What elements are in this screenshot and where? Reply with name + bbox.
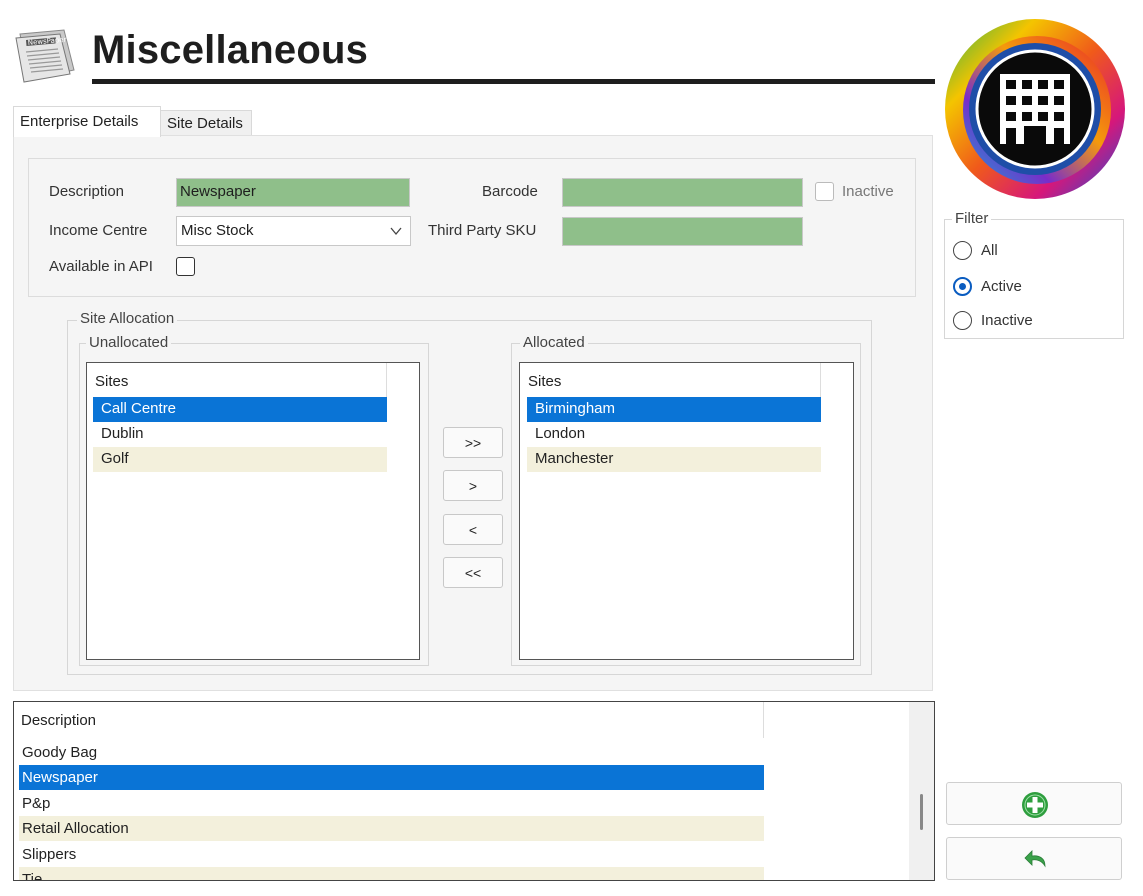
move-all-right-button[interactable]: >>	[443, 427, 503, 458]
table-row[interactable]: Goody Bag	[19, 740, 764, 765]
income-centre-value: Misc Stock	[181, 222, 254, 239]
scrollbar-thumb[interactable]	[920, 794, 923, 830]
title-underline	[92, 79, 935, 84]
inactive-label: Inactive	[842, 183, 894, 200]
income-centre-select[interactable]: Misc Stock	[176, 216, 411, 246]
available-in-api-checkbox[interactable]	[176, 257, 195, 276]
allocated-title: Allocated	[520, 334, 588, 351]
allocated-column-header[interactable]: Sites	[520, 363, 821, 397]
filter-inactive-label: Inactive	[981, 312, 1033, 329]
tab-site-details[interactable]: Site Details	[160, 110, 252, 136]
list-item[interactable]: London	[527, 422, 821, 447]
filter-inactive-radio[interactable]	[953, 311, 972, 330]
add-button[interactable]	[946, 782, 1122, 825]
page-title: Miscellaneous	[92, 28, 369, 72]
inactive-checkbox[interactable]	[815, 182, 834, 201]
description-label: Description	[49, 183, 125, 200]
newspaper-icon: NewsPaper	[14, 26, 80, 86]
filter-all-label: All	[981, 242, 998, 259]
filter-all-radio[interactable]	[953, 241, 972, 260]
undo-button[interactable]	[946, 837, 1122, 880]
filter-active-label: Active	[981, 278, 1022, 295]
third-party-sku-field[interactable]	[562, 217, 803, 246]
description-field[interactable]: Newspaper	[176, 178, 410, 207]
description-column-header[interactable]: Description	[14, 702, 764, 738]
table-row[interactable]: Slippers	[19, 842, 764, 867]
table-row[interactable]: Newspaper	[19, 765, 764, 790]
chevron-down-icon	[390, 227, 402, 236]
list-item[interactable]: Dublin	[93, 422, 387, 447]
third-party-sku-label: Third Party SKU	[428, 222, 537, 239]
unallocated-title: Unallocated	[86, 334, 172, 351]
table-row[interactable]: P&p	[19, 791, 764, 816]
filter-title: Filter	[952, 210, 992, 227]
site-allocation-title: Site Allocation	[77, 310, 178, 327]
list-item[interactable]: Golf	[93, 447, 387, 472]
filter-active-radio[interactable]	[953, 277, 972, 296]
list-item[interactable]: Birmingham	[527, 397, 821, 422]
move-all-left-button[interactable]: <<	[443, 557, 503, 588]
move-right-button[interactable]: >	[443, 470, 503, 501]
move-left-button[interactable]: <	[443, 514, 503, 545]
list-item[interactable]: Call Centre	[93, 397, 387, 422]
list-item[interactable]: Manchester	[527, 447, 821, 472]
undo-icon	[1024, 850, 1046, 868]
income-centre-label: Income Centre	[49, 222, 148, 239]
plus-circle-icon	[1022, 792, 1048, 818]
available-in-api-label: Available in API	[49, 258, 153, 275]
table-row[interactable]: Tie	[19, 867, 764, 880]
unallocated-column-header[interactable]: Sites	[87, 363, 387, 397]
vertical-scrollbar[interactable]	[909, 702, 934, 880]
table-row[interactable]: Retail Allocation	[19, 816, 764, 841]
enterprise-building-logo	[944, 18, 1126, 200]
allocated-sites-list[interactable]: Sites Birmingham London Manchester	[519, 362, 854, 660]
barcode-field[interactable]	[562, 178, 803, 207]
tab-enterprise-details[interactable]: Enterprise Details	[13, 106, 161, 137]
barcode-label: Barcode	[482, 183, 538, 200]
unallocated-sites-list[interactable]: Sites Call Centre Dublin Golf	[86, 362, 420, 660]
items-grid[interactable]: Description Goody Bag Newspaper P&p Reta…	[13, 701, 935, 881]
